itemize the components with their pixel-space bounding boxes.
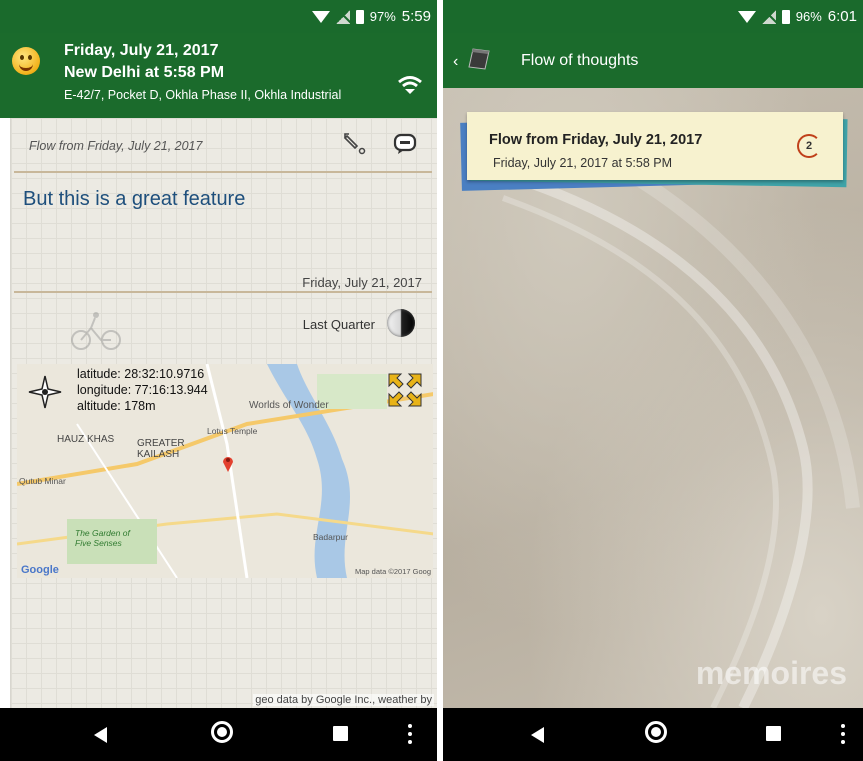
battery-icon bbox=[355, 9, 364, 24]
flow-label: Flow from Friday, July 21, 2017 bbox=[29, 139, 203, 153]
moon-phase-label: Last Quarter bbox=[302, 317, 375, 332]
header-date: Friday, July 21, 2017 bbox=[64, 42, 219, 59]
back-chevron-icon[interactable]: ‹ bbox=[453, 53, 458, 71]
status-bar: 97% 5:59 bbox=[0, 0, 437, 33]
longitude: longitude: 77:16:13.944 bbox=[77, 383, 208, 397]
recents-icon[interactable] bbox=[766, 726, 781, 741]
smiley-icon[interactable] bbox=[12, 47, 40, 75]
flow-list: Flow from Friday, July 21, 2017 Friday, … bbox=[443, 88, 863, 708]
screen-title: Flow of thoughts bbox=[521, 52, 639, 69]
flow-card[interactable]: Flow from Friday, July 21, 2017 Friday, … bbox=[467, 112, 843, 180]
signal-icon bbox=[761, 9, 776, 24]
memoires-watermark: memoires bbox=[695, 655, 847, 691]
comment-icon[interactable] bbox=[393, 132, 417, 156]
note-page: Flow from Friday, July 21, 2017 But this… bbox=[10, 118, 437, 708]
header-address: E-42/7, Pocket D, Okhla Phase II, Okhla … bbox=[64, 88, 342, 102]
status-time: 5:59 bbox=[401, 8, 431, 25]
entry-count-badge: 2 bbox=[797, 134, 821, 158]
geo-credit: geo data by Google Inc., weather by bbox=[253, 694, 434, 706]
map-view[interactable]: latitude: 28:32:10.9716 longitude: 77:16… bbox=[17, 364, 433, 578]
latitude: latitude: 28:32:10.9716 bbox=[77, 367, 205, 381]
expand-icon[interactable] bbox=[387, 372, 423, 408]
entry-header: Friday, July 21, 2017 New Delhi at 5:58 … bbox=[0, 33, 437, 118]
home-icon[interactable] bbox=[211, 721, 233, 743]
recents-icon[interactable] bbox=[333, 726, 348, 741]
nav-bar bbox=[443, 708, 863, 761]
map-label: The Garden of Five Senses bbox=[75, 528, 130, 548]
map-label: HAUZ KHAS bbox=[57, 434, 115, 445]
left-phone: 97% 5:59 Friday, July 21, 2017 New Delhi… bbox=[0, 0, 437, 761]
nav-bar bbox=[0, 708, 437, 761]
app-bar: ‹ Flow of thoughts bbox=[443, 33, 863, 88]
book-icon[interactable] bbox=[465, 45, 493, 73]
map-label: Lotus Temple bbox=[207, 426, 258, 436]
flow-card-stack[interactable]: Flow from Friday, July 21, 2017 Friday, … bbox=[459, 112, 851, 191]
wifi-toggle-icon[interactable] bbox=[397, 75, 423, 95]
status-bar: 96% 6:01 bbox=[443, 0, 863, 33]
map-label: GREATER KAILASH bbox=[137, 438, 185, 460]
coordinates: latitude: 28:32:10.9716 longitude: 77:16… bbox=[77, 366, 208, 414]
overflow-menu-icon[interactable] bbox=[841, 724, 845, 744]
back-icon[interactable] bbox=[94, 727, 107, 743]
flow-card-subtitle: Friday, July 21, 2017 at 5:58 PM bbox=[493, 156, 673, 170]
pencil-icon[interactable] bbox=[343, 132, 367, 156]
battery-percent: 97% bbox=[369, 9, 396, 24]
header-location: New Delhi at 5:58 PM bbox=[64, 64, 225, 81]
battery-icon bbox=[781, 9, 790, 24]
cyclist-icon bbox=[71, 312, 121, 350]
map-label: Qutub Minar bbox=[19, 476, 66, 486]
map-pin-icon[interactable] bbox=[222, 454, 234, 472]
battery-percent: 96% bbox=[795, 9, 822, 24]
map-label: Worlds of Wonder bbox=[249, 400, 329, 411]
entry-date: Friday, July 21, 2017 bbox=[302, 275, 422, 290]
signal-icon bbox=[335, 9, 350, 24]
google-logo: Google bbox=[21, 564, 59, 576]
compass-icon[interactable] bbox=[27, 374, 63, 410]
map-label: Badarpur bbox=[313, 532, 348, 542]
entry-text[interactable]: But this is a great feature bbox=[23, 188, 245, 211]
wifi-icon bbox=[311, 10, 330, 23]
right-phone: 96% 6:01 ‹ Flow of thoughts Flow from Fr… bbox=[443, 0, 863, 761]
flow-card-title: Flow from Friday, July 21, 2017 bbox=[489, 132, 703, 148]
moon-icon bbox=[387, 309, 415, 337]
status-time: 6:01 bbox=[827, 8, 857, 25]
map-attribution: Map data ©2017 Goog bbox=[355, 567, 431, 576]
overflow-menu-icon[interactable] bbox=[408, 724, 412, 744]
back-icon[interactable] bbox=[531, 727, 544, 743]
wifi-icon bbox=[737, 10, 756, 23]
altitude: altitude: 178m bbox=[77, 399, 156, 413]
home-icon[interactable] bbox=[645, 721, 667, 743]
